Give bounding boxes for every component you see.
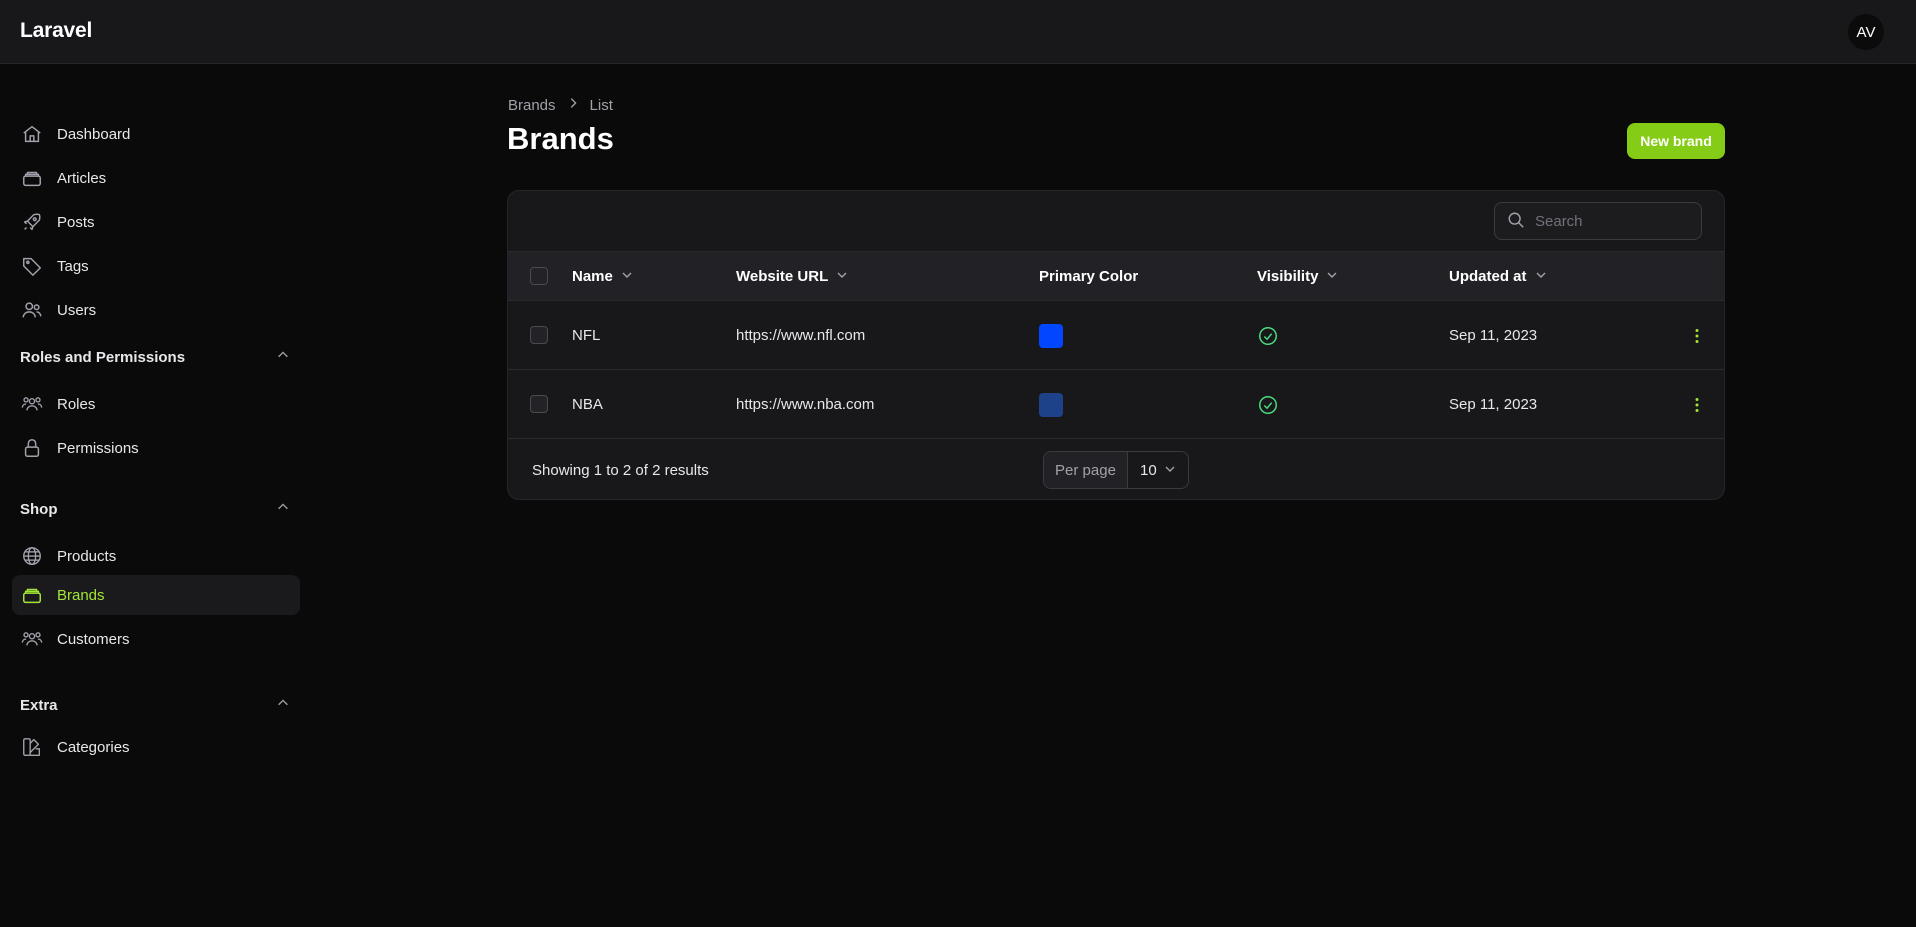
- breadcrumb: Brands List: [508, 96, 613, 114]
- sidebar-item-label: Tags: [57, 257, 89, 275]
- column-label: Primary Color: [1039, 268, 1139, 285]
- per-page-label: Per page: [1044, 452, 1128, 488]
- color-swatch: [1039, 323, 1063, 348]
- sidebar-item-label: Permissions: [57, 439, 139, 457]
- column-header-visibility[interactable]: Visibility: [1257, 252, 1338, 301]
- cell-updated-at: Sep 11, 2023: [1449, 396, 1538, 413]
- new-brand-button[interactable]: New brand: [1627, 123, 1725, 159]
- stack-icon: [21, 584, 43, 606]
- sidebar-item-roles[interactable]: Roles: [12, 384, 300, 424]
- row-actions-icon[interactable]: [1688, 301, 1706, 370]
- sidebar-item-label: Users: [57, 301, 97, 319]
- globe-icon: [21, 545, 43, 567]
- sidebar-item-permissions[interactable]: Permissions: [12, 428, 300, 468]
- cell-primary-color: [1039, 301, 1063, 370]
- sidebar-item-categories[interactable]: Categories: [12, 727, 300, 767]
- nav-group-label: Shop: [20, 500, 58, 518]
- sidebar-item-users[interactable]: Users: [12, 290, 300, 330]
- row-checkbox[interactable]: [530, 326, 548, 344]
- chevron-down-icon: [1535, 268, 1547, 285]
- per-page-value: 10: [1140, 461, 1157, 479]
- stack-icon: [21, 167, 43, 189]
- table-header: Name Website URL Primary Color Visibilit…: [508, 252, 1724, 301]
- sidebar-item-label: Dashboard: [57, 125, 131, 143]
- results-summary: Showing 1 to 2 of 2 results: [532, 462, 709, 479]
- cell-website-url: https://www.nfl.com: [736, 327, 866, 344]
- users-icon: [21, 299, 43, 321]
- search-input[interactable]: [1535, 212, 1685, 230]
- chevron-up-icon[interactable]: [276, 348, 290, 366]
- nav-group-roles-and-permissions[interactable]: Roles and Permissions: [20, 345, 290, 369]
- cell-name: NFL: [572, 327, 601, 344]
- swatch-icon: [21, 736, 43, 758]
- sidebar-item-label: Categories: [57, 738, 130, 756]
- top-bar: Laravel AV: [0, 0, 1916, 64]
- select-all-checkbox[interactable]: [530, 267, 548, 285]
- brands-table: Name Website URL Primary Color Visibilit…: [507, 190, 1725, 500]
- nav-group-label: Roles and Permissions: [20, 348, 186, 366]
- column-header-name[interactable]: Name: [572, 252, 633, 301]
- sidebar-item-products[interactable]: Products: [12, 536, 300, 576]
- app-logo[interactable]: Laravel: [20, 19, 92, 43]
- nav-group-shop[interactable]: Shop: [20, 497, 290, 521]
- sidebar-item-posts[interactable]: Posts: [12, 202, 300, 242]
- rocket-icon: [21, 211, 43, 233]
- column-label: Name: [572, 268, 613, 285]
- search-icon: [1507, 211, 1527, 231]
- table-footer: Showing 1 to 2 of 2 results Per page 10: [508, 440, 1724, 499]
- column-header-primary-color: Primary Color: [1039, 252, 1138, 301]
- chevron-up-icon[interactable]: [276, 696, 290, 714]
- breadcrumb-link-brands[interactable]: Brands: [508, 97, 556, 114]
- sidebar-item-label: Roles: [57, 395, 96, 413]
- check-circle-icon: [1257, 301, 1279, 370]
- nav-group-extra[interactable]: Extra: [20, 693, 290, 717]
- per-page-select[interactable]: Per page 10: [1043, 451, 1189, 489]
- user-avatar[interactable]: AV: [1848, 14, 1884, 50]
- chevron-up-icon[interactable]: [276, 500, 290, 518]
- per-page-dropdown[interactable]: 10: [1128, 452, 1188, 488]
- page-title: Brands: [507, 121, 614, 156]
- sidebar-item-label: Articles: [57, 169, 107, 187]
- chevron-down-icon: [1326, 268, 1338, 285]
- sidebar-item-label: Posts: [57, 213, 95, 231]
- sidebar-item-dashboard[interactable]: Dashboard: [12, 114, 300, 154]
- lock-icon: [21, 437, 43, 459]
- sidebar-item-label: Brands: [57, 586, 105, 604]
- column-label: Updated at: [1449, 268, 1527, 285]
- column-header-website-url[interactable]: Website URL: [736, 252, 848, 301]
- column-label: Visibility: [1257, 268, 1319, 285]
- home-icon: [21, 123, 43, 145]
- chevron-down-icon: [621, 268, 633, 285]
- nav-group-label: Extra: [20, 696, 58, 714]
- cell-updated-at: Sep 11, 2023: [1449, 327, 1538, 344]
- sidebar-item-label: Customers: [57, 630, 130, 648]
- table-row[interactable]: NBA https://www.nba.com Sep 11, 2023: [508, 370, 1724, 439]
- sidebar-item-customers[interactable]: Customers: [12, 619, 300, 659]
- column-header-updated-at[interactable]: Updated at: [1449, 252, 1547, 301]
- search-box[interactable]: [1494, 202, 1702, 240]
- cell-primary-color: [1039, 370, 1063, 439]
- sidebar-item-tags[interactable]: Tags: [12, 246, 300, 286]
- check-circle-icon: [1257, 370, 1279, 439]
- row-actions-icon[interactable]: [1688, 370, 1706, 439]
- sidebar-item-brands[interactable]: Brands: [12, 575, 300, 615]
- chevron-down-icon: [1164, 462, 1176, 479]
- user-group-icon: [21, 393, 43, 415]
- color-swatch: [1039, 392, 1063, 417]
- chevron-down-icon: [836, 268, 848, 285]
- breadcrumb-current: List: [589, 96, 613, 114]
- chevron-right-icon: [566, 96, 580, 114]
- tag-icon: [21, 255, 43, 277]
- row-checkbox[interactable]: [530, 395, 548, 413]
- column-label: Website URL: [736, 268, 829, 285]
- cell-website-url: https://www.nba.com: [736, 396, 875, 413]
- user-group-icon: [21, 628, 43, 650]
- sidebar: Dashboard Articles Posts Tags Users Role…: [0, 64, 310, 927]
- table-row[interactable]: NFL https://www.nfl.com Sep 11, 2023: [508, 301, 1724, 370]
- table-toolbar: [508, 191, 1724, 252]
- sidebar-item-label: Products: [57, 547, 117, 565]
- sidebar-item-articles[interactable]: Articles: [12, 158, 300, 198]
- cell-name: NBA: [572, 396, 603, 413]
